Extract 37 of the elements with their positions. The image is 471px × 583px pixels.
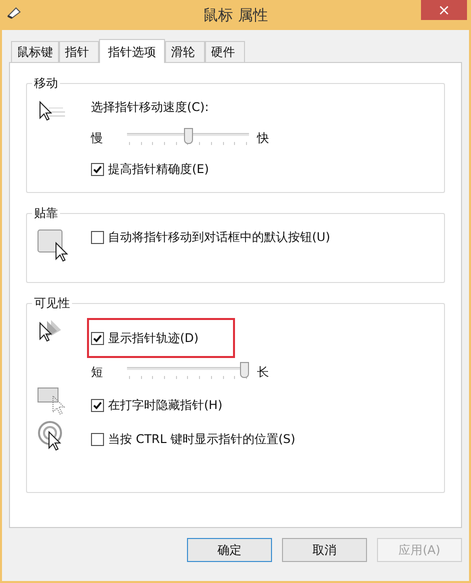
dialog-button[interactable]: 取消 (282, 538, 367, 562)
checkmark-icon (93, 334, 102, 342)
group-title: 移动 (32, 74, 60, 92)
checkmark-icon (93, 164, 102, 174)
group-title: 可见性 (32, 294, 72, 312)
checkbox[interactable] (91, 332, 104, 344)
dialog-button[interactable]: 确定 (187, 538, 272, 562)
checkbox[interactable] (91, 432, 104, 446)
checkbox-option[interactable]: 当按 CTRL 键时显示指针的位置(S) (91, 430, 296, 448)
mouse-app-icon (6, 6, 22, 20)
slider-thumb[interactable] (240, 362, 249, 378)
speed-label: 选择指针移动速度(C): (91, 100, 209, 114)
checkbox-option[interactable]: 提高指针精确度(E) (91, 160, 209, 178)
tab[interactable]: 指针选项 (99, 39, 165, 63)
slider-min-label: 慢 (91, 130, 104, 147)
tab[interactable]: 鼠标键 (11, 41, 59, 62)
slider-track[interactable] (127, 362, 249, 382)
group-title: 贴靠 (32, 204, 60, 222)
slider-max-label: 长 (257, 364, 269, 381)
tab[interactable]: 指针 (59, 41, 99, 62)
hide-pointer-icon (37, 386, 67, 416)
tab[interactable]: 滑轮 (165, 41, 205, 62)
tab[interactable]: 硬件 (205, 41, 245, 62)
close-button[interactable]: × (421, 0, 467, 20)
checkbox-option[interactable]: 自动将指针移动到对话框中的默认按钮(U) (91, 228, 330, 246)
checkbox-option[interactable]: 在打字时隐藏指针(H) (91, 396, 222, 414)
checkbox[interactable] (91, 162, 104, 176)
checkbox[interactable] (91, 230, 104, 244)
checkbox[interactable] (91, 398, 104, 412)
slider-thumb[interactable] (184, 128, 192, 144)
checkbox-option[interactable]: 显示指针轨迹(D) (91, 329, 199, 347)
slider-min-label: 短 (91, 364, 104, 381)
slider-track[interactable] (127, 128, 249, 148)
slider-max-label: 快 (257, 130, 269, 147)
window-title: 鼠标 属性 (203, 4, 268, 26)
snap-to-button-icon (37, 228, 71, 262)
checkmark-icon (93, 400, 102, 410)
